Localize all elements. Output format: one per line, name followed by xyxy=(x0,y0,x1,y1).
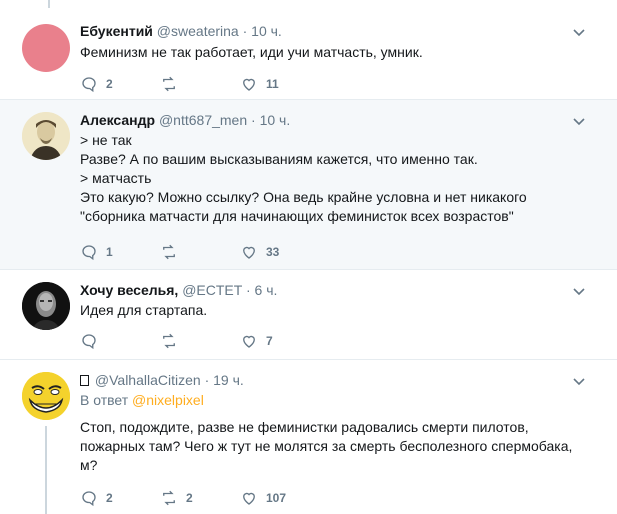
user-name[interactable]: Ебукентий xyxy=(80,23,153,39)
separator-dot: · xyxy=(251,112,256,128)
tweet-text-line: "сборника матчасти для начинающих фемини… xyxy=(80,208,514,224)
tweet-text-line: > не так xyxy=(80,132,132,148)
reply-button[interactable]: 2 xyxy=(80,488,113,508)
reply-count: 2 xyxy=(106,491,113,505)
retweet-count: 2 xyxy=(186,491,193,505)
reply-button[interactable]: 1 xyxy=(80,242,113,262)
like-count: 33 xyxy=(266,245,280,259)
chevron-down-icon[interactable] xyxy=(571,24,587,40)
reply-count: 1 xyxy=(106,245,113,259)
user-name[interactable]: Хочу веселья, xyxy=(80,282,178,298)
tweet-actions: 2 2 107 xyxy=(80,488,340,508)
tweet-header: @ValhallaCitizen · 19 ч. xyxy=(80,371,587,390)
heart-icon xyxy=(243,335,255,348)
missing-glyph-name[interactable] xyxy=(80,375,89,386)
reply-icon xyxy=(82,334,96,350)
heart-icon xyxy=(243,492,255,505)
reply-count: 2 xyxy=(106,77,113,91)
thread-connector-line xyxy=(45,426,47,514)
reply-icon xyxy=(82,77,96,93)
tweet-header: Хочу веселья, @ECTET · 6 ч. xyxy=(80,281,587,300)
retweet-icon xyxy=(163,490,175,506)
user-handle[interactable]: @ValhallaCitizen xyxy=(95,372,201,388)
avatar[interactable] xyxy=(22,372,70,420)
tweet-header: Ебукентий @sweaterina · 10 ч. xyxy=(80,22,587,41)
tweet-text-line: Это какую? Можно ссылку? Она ведь крайне… xyxy=(80,189,527,205)
retweet-icon xyxy=(163,76,175,92)
tweet-actions: 7 xyxy=(80,331,340,351)
retweet-icon xyxy=(163,244,175,260)
tweet-item[interactable]: @ValhallaCitizen · 19 ч. В ответ @nixelp… xyxy=(0,360,617,514)
tweet-text-line: пожарных там? Чего ж тут не молятся за с… xyxy=(80,438,573,454)
separator-dot: · xyxy=(245,282,251,298)
like-button[interactable]: 107 xyxy=(240,488,286,508)
tweet-text-line: м? xyxy=(80,457,98,473)
retweet-button[interactable] xyxy=(160,74,186,94)
retweet-button[interactable]: 2 xyxy=(160,488,193,508)
like-count: 11 xyxy=(266,77,279,91)
reply-icon xyxy=(82,245,96,261)
tweet-text-line: Идея для стартапа. xyxy=(80,302,208,318)
retweet-button[interactable] xyxy=(160,331,186,351)
chevron-down-icon[interactable] xyxy=(571,283,587,299)
user-handle[interactable]: @ECTET xyxy=(182,282,242,298)
reply-mention-link[interactable]: @nixelpixel xyxy=(132,392,204,408)
reply-prefix: В ответ xyxy=(80,392,129,408)
reply-context: В ответ @nixelpixel xyxy=(80,391,587,410)
separator-dot: · xyxy=(242,23,248,39)
tweet-timestamp[interactable]: 10 ч. xyxy=(251,23,282,39)
reply-button[interactable] xyxy=(80,331,106,351)
like-button[interactable]: 33 xyxy=(240,242,279,262)
avatar[interactable] xyxy=(22,282,70,330)
avatar[interactable] xyxy=(22,24,70,72)
tweet-text-line: Феминизм не так работает, иди учи матчас… xyxy=(80,44,423,60)
tweet-item[interactable]: Ебукентий @sweaterina · 10 ч. Феминизм н… xyxy=(0,0,617,100)
heart-icon xyxy=(243,78,255,91)
heart-icon xyxy=(243,246,255,259)
troll-face-image xyxy=(22,372,70,420)
tweet-item[interactable]: Александр @ntt687_men · 10 ч. > не так Р… xyxy=(0,100,617,270)
portrait-image xyxy=(22,282,70,330)
tweet-timestamp[interactable]: 19 ч. xyxy=(213,372,244,388)
tweet-text-line: Стоп, подождите, разве не феминистки рад… xyxy=(80,419,529,435)
retweet-icon xyxy=(163,333,175,349)
tweet-actions: 1 33 xyxy=(80,242,340,262)
retweet-button[interactable] xyxy=(160,242,186,262)
user-name[interactable]: Александр xyxy=(80,112,155,128)
chevron-down-icon[interactable] xyxy=(571,113,587,129)
tweet-header: Александр @ntt687_men · 10 ч. xyxy=(80,111,587,130)
tweet-text-line: > матчасть xyxy=(80,170,152,186)
tweet-actions: 2 11 xyxy=(80,74,340,94)
like-count: 107 xyxy=(266,491,287,505)
tweet-item[interactable]: Хочу веселья, @ECTET · 6 ч. Идея для ста… xyxy=(0,270,617,360)
portrait-image xyxy=(22,112,70,160)
like-button[interactable]: 7 xyxy=(240,331,273,351)
like-button[interactable]: 11 xyxy=(240,74,279,94)
user-handle[interactable]: @sweaterina xyxy=(157,23,239,39)
avatar[interactable] xyxy=(22,112,70,160)
chevron-down-icon[interactable] xyxy=(571,373,587,389)
tweet-timestamp[interactable]: 6 ч. xyxy=(255,282,278,298)
separator-dot: · xyxy=(204,372,210,388)
reply-icon xyxy=(82,491,96,507)
reply-button[interactable]: 2 xyxy=(80,74,113,94)
like-count: 7 xyxy=(266,334,273,348)
tweet-timestamp[interactable]: 10 ч. xyxy=(260,112,291,128)
tweet-text-line: Разве? А по вашим высказываниям кажется,… xyxy=(80,151,478,167)
user-handle[interactable]: @ntt687_men xyxy=(159,112,247,128)
